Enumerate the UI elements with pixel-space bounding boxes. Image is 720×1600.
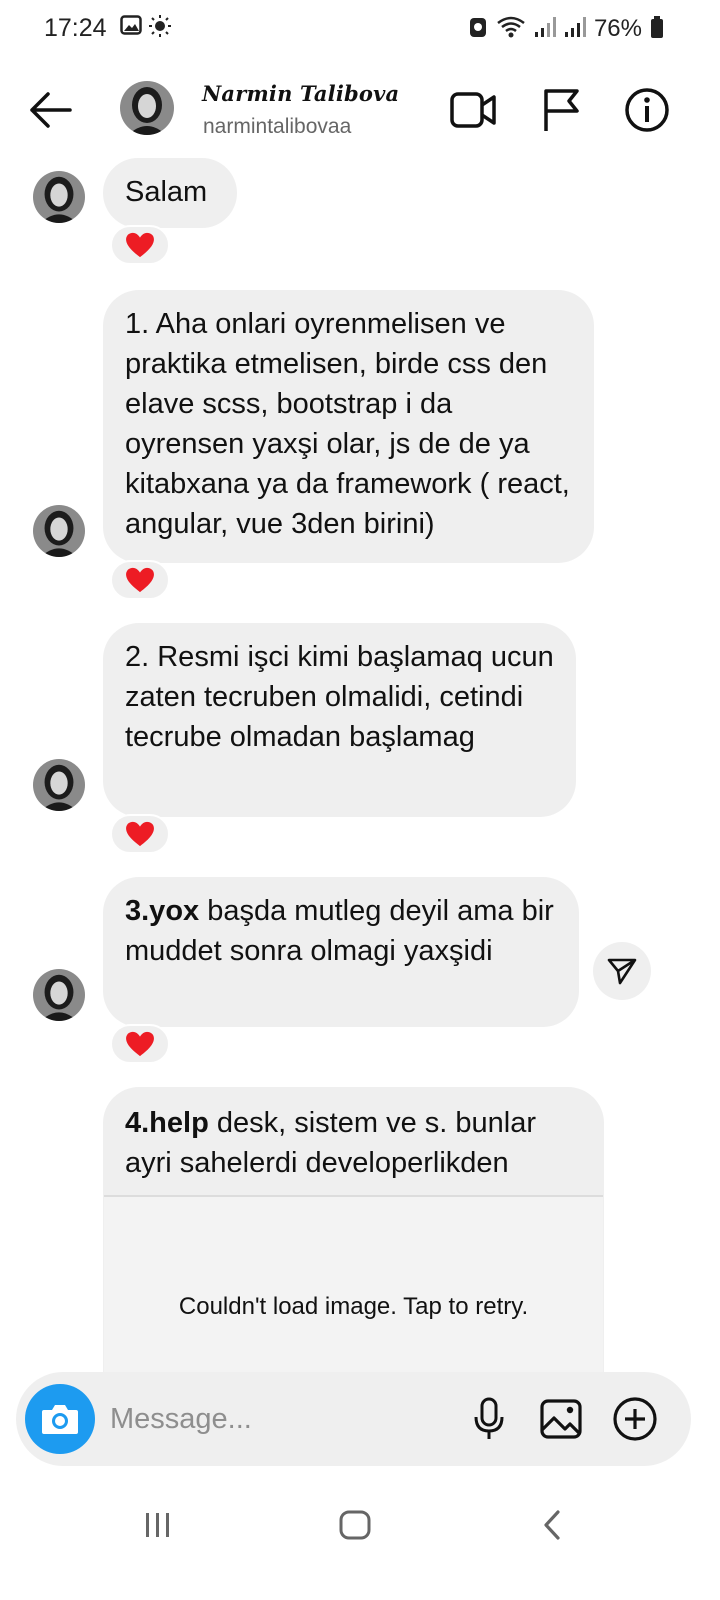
battery-icon bbox=[650, 15, 664, 44]
message-text: 2. Resmi işci kimi başlamaq ucun zaten t… bbox=[125, 641, 554, 753]
gallery-button[interactable] bbox=[536, 1394, 586, 1444]
heart-icon bbox=[126, 232, 154, 258]
signal-icon-2 bbox=[564, 15, 586, 44]
back-button[interactable] bbox=[26, 88, 76, 132]
back-arrow-icon bbox=[30, 92, 72, 128]
contact-handle[interactable]: narmintalibovaa bbox=[203, 115, 351, 139]
back-nav-button[interactable] bbox=[522, 1500, 582, 1550]
battery-percent: 76% bbox=[593, 15, 642, 42]
contact-name[interactable]: Narmin Talibova bbox=[202, 81, 399, 106]
contact-avatar[interactable] bbox=[120, 81, 174, 135]
alarm-icon bbox=[468, 15, 488, 44]
message-text: 1. Aha onlari oyrenmelisen ve praktika e… bbox=[125, 308, 570, 540]
video-call-button[interactable] bbox=[448, 86, 498, 134]
sender-avatar[interactable] bbox=[33, 505, 85, 557]
chat-header: Narmin Talibova narmintalibovaa bbox=[0, 60, 720, 160]
wifi-icon bbox=[496, 15, 526, 44]
message-bubble[interactable]: Salam bbox=[103, 158, 237, 228]
message-composer bbox=[16, 1372, 691, 1466]
info-button[interactable] bbox=[622, 86, 672, 134]
send-icon bbox=[607, 958, 637, 985]
message-input[interactable] bbox=[110, 1399, 440, 1439]
gallery-notification-icon bbox=[120, 14, 142, 41]
recent-apps-button[interactable] bbox=[128, 1500, 188, 1550]
camera-icon bbox=[42, 1405, 78, 1434]
message-bold-prefix: 3.yox bbox=[125, 895, 200, 927]
image-retry-area[interactable]: Couldn't load image. Tap to retry. bbox=[104, 1195, 603, 1387]
sender-avatar[interactable] bbox=[33, 969, 85, 1021]
video-call-icon bbox=[450, 92, 496, 128]
home-button[interactable] bbox=[325, 1500, 385, 1550]
message-media-card[interactable]: 4.help desk, sistem ve s. bunlar ayri sa… bbox=[103, 1087, 604, 1387]
plus-circle-icon bbox=[613, 1397, 657, 1441]
flag-icon bbox=[544, 89, 579, 131]
message-bold-prefix: 4.help bbox=[125, 1107, 209, 1139]
message-bubble[interactable]: 3.yox başda mutleg deyil ama bir muddet … bbox=[103, 877, 579, 1027]
message-text: Salam bbox=[125, 176, 208, 208]
message-reaction[interactable] bbox=[110, 814, 170, 854]
home-icon bbox=[339, 1510, 371, 1540]
status-time: 17:24 bbox=[44, 14, 107, 42]
report-button[interactable] bbox=[536, 86, 586, 134]
message-bubble[interactable]: 1. Aha onlari oyrenmelisen ve praktika e… bbox=[103, 290, 594, 563]
chevron-left-icon bbox=[544, 1510, 560, 1540]
recent-apps-icon bbox=[146, 1513, 169, 1537]
heart-icon bbox=[126, 1031, 154, 1057]
info-icon bbox=[625, 88, 669, 132]
more-options-button[interactable] bbox=[610, 1394, 660, 1444]
camera-button[interactable] bbox=[25, 1384, 95, 1454]
message-reaction[interactable] bbox=[110, 225, 170, 265]
message-reaction[interactable] bbox=[110, 1024, 170, 1064]
status-right: 76% bbox=[468, 14, 664, 44]
share-message-button[interactable] bbox=[593, 942, 651, 1000]
brightness-icon bbox=[148, 14, 172, 43]
message-reaction[interactable] bbox=[110, 560, 170, 600]
heart-icon bbox=[126, 821, 154, 847]
image-error-text: Couldn't load image. Tap to retry. bbox=[178, 1293, 529, 1320]
sender-avatar[interactable] bbox=[33, 759, 85, 811]
message-bubble[interactable]: 2. Resmi işci kimi başlamaq ucun zaten t… bbox=[103, 623, 576, 817]
image-icon bbox=[540, 1399, 582, 1439]
status-bar: 17:24 76% bbox=[0, 0, 720, 58]
signal-icon-1 bbox=[534, 15, 556, 44]
heart-icon bbox=[126, 567, 154, 593]
sender-avatar[interactable] bbox=[33, 171, 85, 223]
microphone-icon bbox=[474, 1397, 504, 1439]
message-caption: 4.help desk, sistem ve s. bunlar ayri sa… bbox=[103, 1087, 604, 1193]
voice-message-button[interactable] bbox=[464, 1394, 514, 1444]
